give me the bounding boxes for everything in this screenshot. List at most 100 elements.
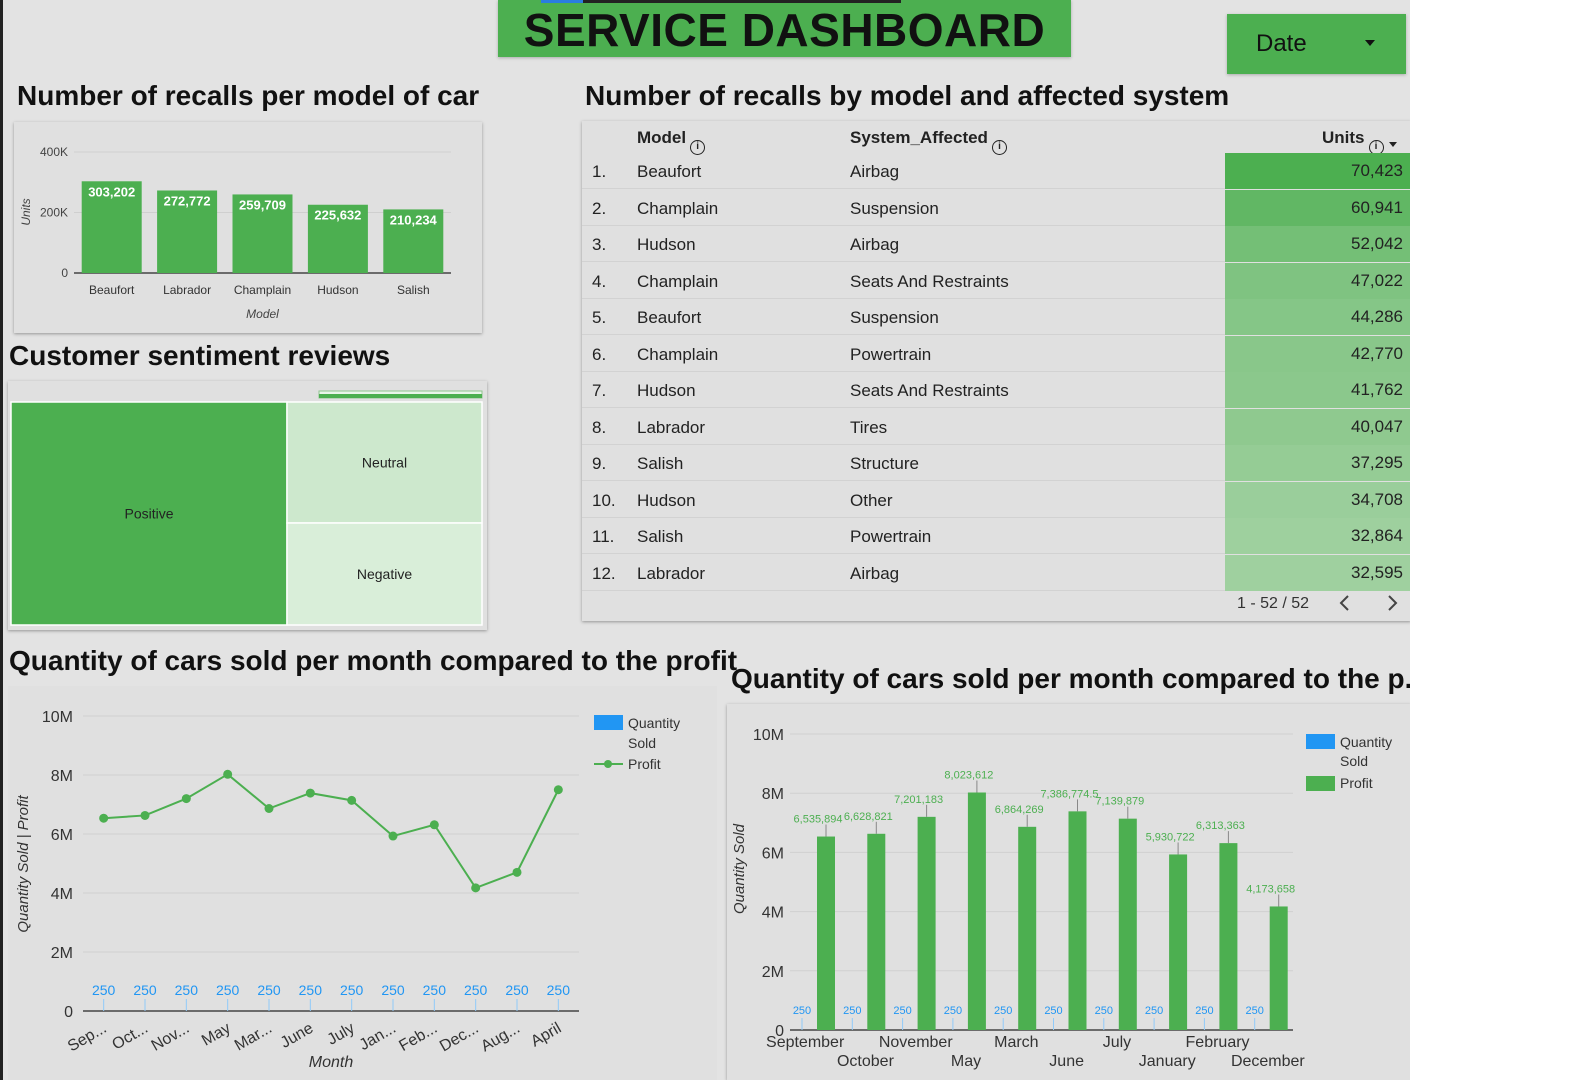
profit-point: [388, 831, 398, 841]
profit-point: [553, 785, 563, 795]
profit-value-label: 6,535,894: [794, 814, 843, 826]
treemap-cell-label: Negative: [357, 566, 412, 582]
quantity-label: 250: [994, 1005, 1012, 1017]
bar-value-label: 225,632: [314, 208, 361, 223]
y-axis-label: Quantity Sold | Profit: [15, 795, 32, 933]
table-row[interactable]: 4. Champlain Seats And Restraints 47,022: [582, 262, 1410, 299]
bar-value-label: 303,202: [88, 184, 135, 199]
cell-units: 34,708: [1225, 481, 1410, 518]
profit-point: [181, 794, 191, 804]
y-tick-label: 10M: [42, 709, 73, 726]
dashboard-title: SERVICE DASHBOARD: [498, 0, 1071, 57]
x-tick-label: May: [951, 1053, 981, 1070]
table-row[interactable]: 3. Hudson Airbag 52,042: [582, 226, 1410, 263]
cell-model: Hudson: [637, 235, 696, 254]
table-row[interactable]: 2. Champlain Suspension 60,941: [582, 189, 1410, 226]
profit-bar: [1219, 843, 1238, 1030]
recalls-table-title: Number of recalls by model and affected …: [585, 80, 1230, 111]
table-row[interactable]: 8. Labrador Tires 40,047: [582, 408, 1410, 445]
table-row[interactable]: 12. Labrador Airbag 32,595: [582, 554, 1410, 591]
row-index: 4.: [592, 271, 607, 291]
legend-label-quantity: Quantity: [628, 715, 680, 731]
table-row[interactable]: 6. Champlain Powertrain 42,770: [582, 335, 1410, 372]
table-row[interactable]: 10. Hudson Other 34,708: [582, 481, 1410, 518]
row-index: 9.: [592, 454, 607, 473]
cell-system: Tires: [850, 417, 888, 437]
legend-label-quantity-line2: Sold: [628, 735, 656, 751]
x-tick-label: Feb...: [396, 1020, 440, 1055]
quantity-label: 250: [843, 1005, 861, 1017]
recalls-per-model-chart: 400K 200K 0 303,202 Beaufort 272,772 Labrador 2…: [19, 145, 451, 321]
x-tick-label: March: [994, 1034, 1038, 1051]
treemap-cell-label: Neutral: [362, 455, 407, 471]
x-tick-label: May: [199, 1020, 234, 1050]
legend-label-quantity: Quantity: [1340, 734, 1392, 750]
y-tick-label: 2M: [51, 945, 73, 962]
cell-system: Airbag: [850, 563, 900, 583]
sentiment-treemap: Positive Neutral Negative: [10, 390, 483, 626]
profit-value-label: 6,628,821: [844, 811, 893, 823]
profit-point: [99, 813, 109, 823]
x-tick-label: Aug...: [478, 1020, 523, 1056]
y-tick-label: 4M: [51, 886, 73, 903]
date-filter-dropdown[interactable]: Date: [1227, 14, 1406, 74]
table-header: Model i System_Affected i Units i: [582, 121, 1410, 155]
profit-bar: [1018, 826, 1037, 1030]
quantity-label: 250: [92, 982, 116, 998]
line-chart: 10M 8M 6M 4M 2M 0 250 Sep... 250 Oct... 250 Nov... 2…: [15, 709, 680, 1071]
bar-chart-title: Quantity of cars sold per month compared…: [731, 663, 1410, 694]
dashboard-title-text: SERVICE DASHBOARD: [523, 4, 1046, 56]
cell-system: Powertrain: [850, 527, 932, 546]
bar-chart-card: 10M 8M 6M 4M 2M 0 250 6,535,894 September 250 6,62…: [727, 704, 1410, 1080]
bar-value-label: 272,772: [164, 193, 211, 208]
title-top-bar: [541, 0, 901, 3]
y-tick-label: 200K: [40, 206, 68, 220]
cell-units: 41,762: [1225, 372, 1410, 409]
x-tick-label: February: [1186, 1034, 1250, 1051]
cell-system: Seats And Restraints: [850, 271, 1009, 291]
cell-system: Airbag: [850, 235, 900, 254]
x-tick-label: November: [879, 1034, 953, 1051]
chevron-left-icon[interactable]: [1335, 593, 1355, 613]
x-tick-label: Labrador: [163, 283, 211, 297]
quantity-label: 250: [1246, 1005, 1264, 1017]
profit-bar: [967, 792, 986, 1030]
cell-units: 32,864: [1225, 518, 1410, 555]
sort-desc-icon[interactable]: [1388, 142, 1397, 147]
line-chart-title: Quantity of cars sold per month compared…: [9, 645, 738, 676]
y-axis-label: Units: [19, 198, 33, 225]
table-row[interactable]: 11. Salish Powertrain 32,864: [582, 518, 1410, 555]
table-row[interactable]: 9. Salish Structure 37,295: [582, 445, 1410, 482]
cell-system: Powertrain: [850, 344, 932, 364]
table-row[interactable]: 5. Beaufort Suspension 44,286: [582, 299, 1410, 336]
x-tick-label: Champlain: [234, 283, 291, 297]
row-index: 12.: [592, 563, 616, 583]
cell-system: Airbag: [850, 162, 900, 181]
sentiment-card: Positive Neutral Negative: [8, 381, 487, 630]
cell-units: 40,047: [1225, 408, 1410, 445]
x-tick-label: July: [1103, 1034, 1131, 1051]
cell-system: Other: [850, 490, 893, 510]
column-header-system[interactable]: System_Affected i: [850, 128, 1007, 155]
cell-model: Labrador: [637, 417, 706, 437]
table-row[interactable]: 1. Beaufort Airbag 70,423: [582, 153, 1410, 190]
column-header-model[interactable]: Model i: [637, 128, 706, 155]
profit-point: [512, 867, 522, 877]
row-index: 10.: [592, 490, 616, 510]
y-tick-label: 0: [61, 266, 68, 280]
quantity-label: 250: [1044, 1005, 1062, 1017]
chevron-right-icon[interactable]: [1382, 593, 1402, 613]
table-row[interactable]: 7. Hudson Seats And Restraints 41,762: [582, 372, 1410, 409]
row-index: 3.: [592, 235, 607, 254]
pagination-label: 1 - 52 / 52: [1237, 595, 1310, 612]
x-tick-label: Jan...: [357, 1020, 399, 1054]
legend-label-profit: Profit: [1340, 775, 1373, 791]
x-tick-label: June: [1049, 1053, 1084, 1070]
profit-value-label: 6,864,269: [995, 804, 1044, 816]
x-tick-label: July: [325, 1020, 358, 1049]
profit-point: [264, 804, 274, 814]
y-tick-label: 6M: [51, 827, 73, 844]
column-header-units[interactable]: Units i: [1322, 128, 1397, 155]
legend-swatch-quantity: [1306, 734, 1335, 749]
profit-point: [223, 769, 233, 779]
